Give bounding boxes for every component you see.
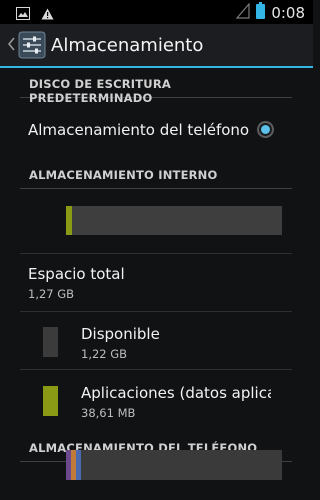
total-space-value: 1,27 GB <box>28 287 75 301</box>
up-caret-icon[interactable] <box>7 36 15 55</box>
action-bar: Almacenamiento <box>0 24 313 68</box>
apps-label: Aplicaciones (datos aplicaci <box>81 384 271 402</box>
divider <box>20 253 292 254</box>
radio-button-selected[interactable] <box>257 121 274 138</box>
divider <box>20 369 292 370</box>
divider <box>20 311 292 312</box>
signal-icon <box>236 1 250 23</box>
status-bar: 0:08 <box>0 0 313 24</box>
status-time: 0:08 <box>271 3 305 22</box>
apps-value: 38,61 MB <box>81 406 136 420</box>
image-icon <box>16 5 30 24</box>
radio-dot <box>261 125 270 134</box>
option-label: Almacenamiento del teléfono <box>28 121 250 139</box>
section-header-default-disk: DISCO DE ESCRITURA PREDETERMINADO <box>20 77 292 105</box>
internal-usage-bar <box>66 206 282 235</box>
section-header-internal: ALMACENAMIENTO INTERNO <box>20 168 292 189</box>
available-color-swatch <box>43 327 58 357</box>
phone-usage-bar <box>66 450 282 480</box>
usage-segment-apps <box>66 206 73 235</box>
total-space-label: Espacio total <box>28 265 125 283</box>
battery-icon <box>256 2 266 23</box>
available-value: 1,22 GB <box>81 347 128 361</box>
available-label: Disponible <box>81 325 160 343</box>
usage-segment <box>76 450 81 480</box>
settings-app-icon[interactable] <box>18 31 46 63</box>
page-title: Almacenamiento <box>51 35 204 56</box>
warning-icon <box>41 5 54 24</box>
apps-color-swatch <box>43 386 58 416</box>
storage-settings-list: DISCO DE ESCRITURA PREDETERMINADO Almace… <box>0 70 313 500</box>
